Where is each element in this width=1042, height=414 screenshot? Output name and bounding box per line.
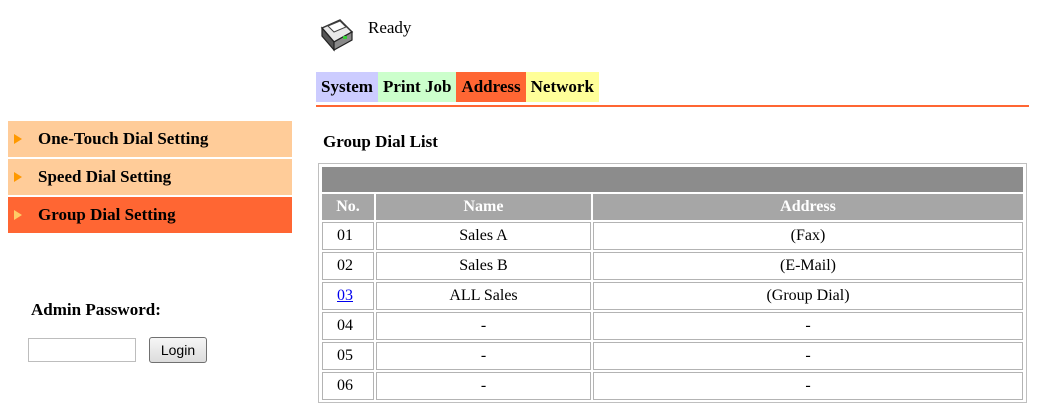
page-title: Group Dial List bbox=[323, 132, 438, 151]
column-header-address: Address bbox=[593, 194, 1023, 220]
row-name: Sales B bbox=[376, 252, 591, 280]
status-text: Ready bbox=[368, 18, 412, 37]
sidebar-item-label: Group Dial Setting bbox=[38, 205, 176, 224]
status-area: Ready bbox=[316, 14, 411, 54]
sidebar-item-one-touch-dial[interactable]: One-Touch Dial Setting bbox=[8, 121, 292, 157]
table-row: 04 - - bbox=[322, 312, 1023, 340]
row-address: (E-Mail) bbox=[593, 252, 1023, 280]
admin-password-label: Admin Password: bbox=[31, 300, 161, 319]
tab-print-job[interactable]: Print Job bbox=[377, 72, 457, 102]
table-row: 02 Sales B (E-Mail) bbox=[322, 252, 1023, 280]
row-address: - bbox=[593, 342, 1023, 370]
column-header-name: Name bbox=[376, 194, 591, 220]
row-number: 06 bbox=[322, 372, 374, 400]
row-address: (Group Dial) bbox=[593, 282, 1023, 310]
sidebar-item-group-dial[interactable]: Group Dial Setting bbox=[8, 197, 292, 233]
arrow-right-icon bbox=[14, 172, 22, 182]
row-name: - bbox=[376, 372, 591, 400]
row-number-cell: 03 bbox=[322, 282, 374, 310]
sidebar: One-Touch Dial Setting Speed Dial Settin… bbox=[8, 121, 292, 235]
table-row: 03 ALL Sales (Group Dial) bbox=[322, 282, 1023, 310]
row-name: Sales A bbox=[376, 222, 591, 250]
column-header-no: No. bbox=[322, 194, 374, 220]
arrow-right-icon bbox=[14, 210, 22, 220]
row-number: 02 bbox=[322, 252, 374, 280]
tab-divider bbox=[316, 105, 1029, 107]
row-name: - bbox=[376, 312, 591, 340]
row-number: 04 bbox=[322, 312, 374, 340]
tab-bar: System Print Job Address Network bbox=[316, 72, 599, 102]
table-row: 05 - - bbox=[322, 342, 1023, 370]
sidebar-item-speed-dial[interactable]: Speed Dial Setting bbox=[8, 159, 292, 195]
table-row: 06 - - bbox=[322, 372, 1023, 400]
sidebar-item-label: Speed Dial Setting bbox=[38, 167, 172, 186]
group-dial-table: No. Name Address 01 Sales A (Fax) 02 Sal… bbox=[318, 163, 1027, 403]
table-row: 01 Sales A (Fax) bbox=[322, 222, 1023, 250]
row-number: 05 bbox=[322, 342, 374, 370]
row-address: - bbox=[593, 372, 1023, 400]
arrow-right-icon bbox=[14, 134, 22, 144]
table-title-bar bbox=[322, 167, 1023, 192]
table-header-row: No. Name Address bbox=[322, 194, 1023, 220]
row-address: - bbox=[593, 312, 1023, 340]
tab-network[interactable]: Network bbox=[525, 72, 599, 102]
printer-icon bbox=[320, 19, 354, 52]
tab-system[interactable]: System bbox=[316, 72, 378, 102]
admin-password-input[interactable] bbox=[28, 338, 136, 362]
row-address: (Fax) bbox=[593, 222, 1023, 250]
sidebar-item-label: One-Touch Dial Setting bbox=[38, 129, 209, 148]
row-number: 01 bbox=[322, 222, 374, 250]
login-button[interactable]: Login bbox=[149, 337, 207, 363]
row-number-link[interactable]: 03 bbox=[337, 287, 353, 304]
tab-address[interactable]: Address bbox=[456, 72, 526, 102]
row-name: - bbox=[376, 342, 591, 370]
row-name: ALL Sales bbox=[376, 282, 591, 310]
